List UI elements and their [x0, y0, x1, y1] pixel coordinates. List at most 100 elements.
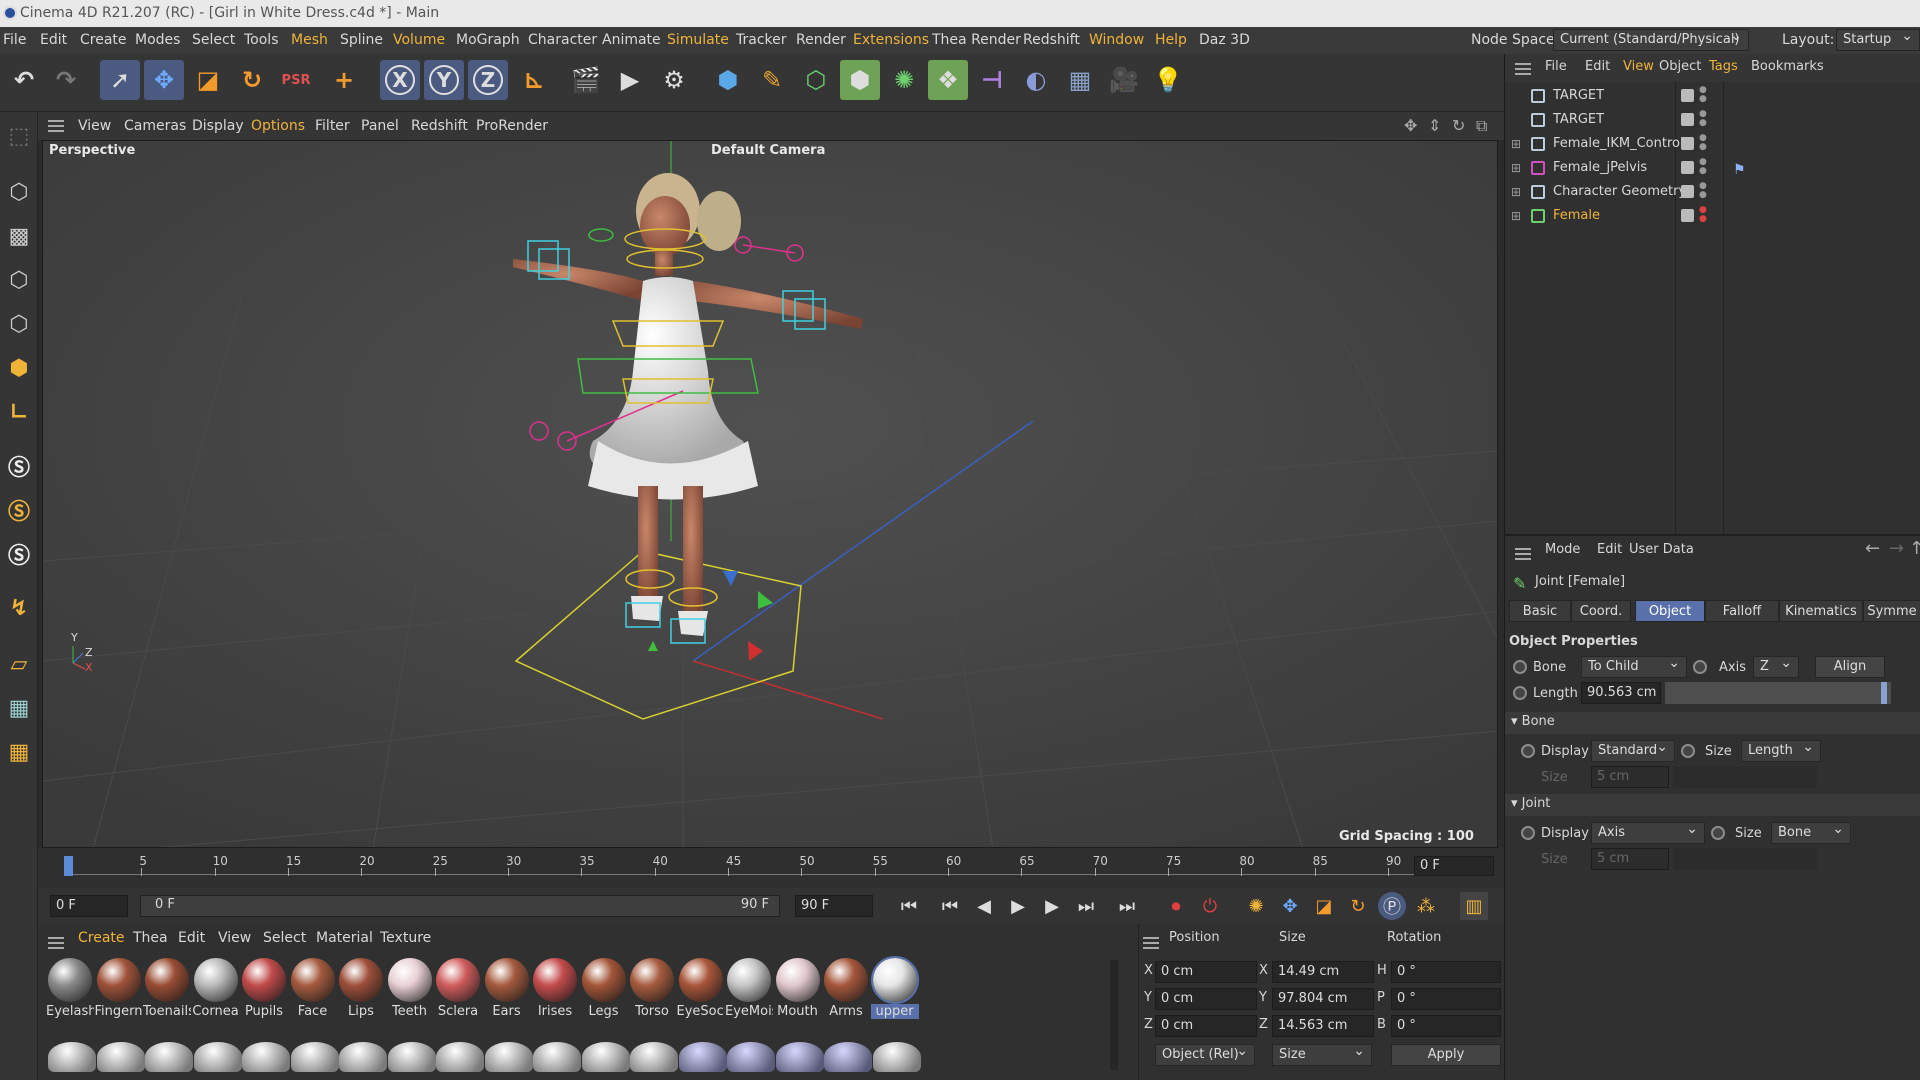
menu-daz3d[interactable]: Daz 3D [1199, 27, 1250, 54]
om-menu-edit[interactable]: Edit [1585, 59, 1610, 74]
menu-mesh[interactable]: Mesh [291, 27, 328, 54]
om-menu-tags[interactable]: Tags [1709, 59, 1738, 74]
viewport-dolly-icon[interactable]: ⇕ [1428, 112, 1441, 140]
menu-extensions[interactable]: Extensions [853, 27, 929, 54]
om-menu-file[interactable]: File [1545, 59, 1567, 74]
visibility-dots-icon[interactable]: ● ● [1699, 158, 1707, 178]
go-to-previous-key-icon[interactable]: ⏮ [936, 892, 964, 920]
end-frame-field[interactable]: 90 F [795, 895, 873, 917]
viewport-menu-cameras[interactable]: Cameras [124, 112, 186, 140]
material-swatch-row2[interactable] [387, 1042, 436, 1072]
attr-forward-arrow-icon[interactable]: → [1889, 538, 1904, 559]
attr-back-arrow-icon[interactable]: ← [1865, 538, 1880, 559]
layer-checkbox-icon[interactable] [1681, 137, 1694, 150]
material-menu-create[interactable]: Create [78, 930, 125, 946]
material-menu-hamburger-icon[interactable] [48, 937, 64, 949]
material-swatch[interactable]: Pupils [240, 958, 288, 1019]
material-swatch[interactable]: Mouth [774, 958, 822, 1019]
axis-mode-icon[interactable]: ∟ [3, 394, 35, 430]
grid-workplane-icon[interactable]: ▦ [3, 690, 35, 726]
rotate-tool-icon[interactable]: ↻ [232, 60, 272, 100]
material-swatch[interactable]: upper [870, 956, 919, 1019]
menu-help[interactable]: Help [1155, 27, 1187, 54]
viewport-menu-redshift[interactable]: Redshift [411, 112, 468, 140]
mograph-icon[interactable]: ❖ [928, 60, 968, 100]
play-icon[interactable]: ▶ [1004, 892, 1032, 920]
material-swatch[interactable]: Arms [822, 958, 870, 1019]
viewport-menu-options[interactable]: Options [251, 112, 305, 140]
keyframe-selection-icon[interactable]: ✺ [1242, 892, 1270, 920]
rot-h-field[interactable]: 0 ° [1391, 961, 1501, 983]
material-swatch[interactable]: Eyelashe [46, 958, 94, 1019]
psr-tool-icon[interactable]: PSR [276, 60, 316, 100]
joint-display-animate-radio[interactable] [1521, 826, 1535, 840]
layer-checkbox-icon[interactable] [1681, 161, 1694, 174]
material-swatch-row2[interactable] [290, 1042, 339, 1072]
viewport-menu-hamburger-icon[interactable] [48, 120, 64, 132]
expand-toggle-icon[interactable]: ⊞ [1511, 132, 1521, 156]
layer-checkbox-icon[interactable] [1681, 185, 1694, 198]
length-slider[interactable] [1665, 682, 1891, 704]
polygons-mode-icon[interactable]: ⬢ [3, 350, 35, 386]
tab-basic[interactable]: Basic [1509, 600, 1571, 622]
material-swatch[interactable]: Irises [531, 958, 579, 1019]
coord-size-mode-select[interactable]: Size [1272, 1041, 1372, 1066]
material-swatch-row2[interactable] [824, 1042, 872, 1072]
object-row[interactable]: ⊞ Female_IKM_Controls ● ● [1505, 132, 1920, 156]
object-menu-hamburger-icon[interactable] [1515, 63, 1531, 75]
material-swatch[interactable]: Lips [337, 958, 385, 1019]
object-name[interactable]: Female_jPelvis [1553, 156, 1647, 180]
menu-simulate[interactable]: Simulate [667, 27, 729, 54]
render-picture-viewer-icon[interactable]: ▶ [610, 60, 650, 100]
expand-toggle-icon[interactable]: ⊞ [1511, 204, 1521, 228]
object-name[interactable]: Character Geometry [1553, 180, 1686, 204]
material-swatch-row2[interactable] [193, 1042, 242, 1072]
z-axis-lock-icon[interactable]: Z [468, 60, 508, 100]
previous-frame-icon[interactable]: ◀ [970, 892, 998, 920]
length-slider-handle[interactable] [1881, 682, 1887, 704]
make-editable-icon[interactable]: ⬚ [3, 118, 35, 154]
material-swatch[interactable]: Cornea [192, 958, 240, 1019]
layout-select[interactable]: Startup [1836, 26, 1920, 51]
texture-mode-icon[interactable]: ▩ [3, 218, 35, 254]
viewport-menu-filter[interactable]: Filter [315, 112, 350, 140]
node-space-select[interactable]: Current (Standard/Physical) [1553, 26, 1749, 51]
size-z-field[interactable]: 14.563 cm [1272, 1015, 1374, 1037]
om-menu-object[interactable]: Object [1659, 59, 1701, 74]
snap-settings-icon[interactable]: Ⓢ [3, 492, 35, 528]
camera-icon[interactable]: 🎥 [1104, 60, 1144, 100]
attr-menu-user-data[interactable]: User Data [1629, 542, 1694, 557]
visibility-dots-icon[interactable]: ● ● [1699, 182, 1707, 202]
points-mode-icon[interactable]: ⬡ [3, 262, 35, 298]
tab-object[interactable]: Object [1635, 600, 1705, 622]
material-swatch[interactable]: EyeMois [725, 958, 773, 1019]
extrude-generator-icon[interactable]: ⬢ [840, 60, 880, 100]
tab-falloff[interactable]: Falloff [1705, 600, 1779, 622]
object-row[interactable]: TARGET ● ● [1505, 108, 1920, 132]
next-frame-icon[interactable]: ▶ [1038, 892, 1066, 920]
bone-group-header[interactable]: ▾ Bone [1505, 712, 1920, 734]
joint-group-header[interactable]: ▾ Joint [1505, 794, 1920, 816]
redo-icon[interactable]: ↷ [46, 60, 86, 100]
coord-apply-button[interactable]: Apply [1391, 1044, 1501, 1066]
material-swatch[interactable]: Toenails [143, 958, 191, 1019]
axis-animate-radio[interactable] [1693, 660, 1707, 674]
om-menu-bookmarks[interactable]: Bookmarks [1751, 59, 1824, 74]
menu-thea-render[interactable]: Thea Render [932, 27, 1021, 54]
model-mode-icon[interactable]: ⬡ [3, 174, 35, 210]
record-active-objects-icon[interactable]: ⏺ [1162, 892, 1190, 920]
coord-menu-hamburger-icon[interactable] [1143, 937, 1159, 949]
menu-tools[interactable]: Tools [244, 27, 279, 54]
go-to-start-icon[interactable]: ⏮ [895, 892, 923, 920]
timeline-playhead[interactable] [64, 856, 73, 876]
field-icon[interactable]: ◐ [1016, 60, 1056, 100]
joint-size-animate-radio[interactable] [1711, 826, 1725, 840]
y-axis-lock-icon[interactable]: Y [424, 60, 464, 100]
attr-menu-edit[interactable]: Edit [1597, 542, 1622, 557]
object-name[interactable]: TARGET [1553, 108, 1604, 132]
bone-size-animate-radio[interactable] [1681, 744, 1695, 758]
material-swatch-row2[interactable] [145, 1042, 193, 1072]
align-button[interactable]: Align [1815, 656, 1885, 678]
tab-symmetry[interactable]: Symme [1863, 600, 1920, 622]
layer-checkbox-icon[interactable] [1681, 89, 1694, 102]
